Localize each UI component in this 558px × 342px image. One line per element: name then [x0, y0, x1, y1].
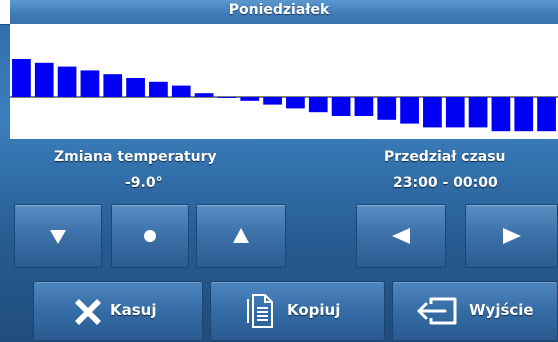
x-icon	[75, 299, 101, 325]
chart-svg	[10, 59, 558, 132]
temperature-profile-chart[interactable]	[10, 55, 558, 139]
chart-bar-05[interactable]	[126, 78, 145, 97]
chart-bar-08[interactable]	[194, 93, 214, 97]
exit-button-label: Wyjście	[469, 301, 534, 319]
time-range-label: Przedział czasu	[384, 149, 506, 165]
chart-bar-15[interactable]	[354, 97, 374, 116]
chart-bar-12[interactable]	[286, 97, 305, 109]
chart-bar-13[interactable]	[308, 97, 328, 113]
increase-temperature-button[interactable]	[196, 204, 286, 268]
dot-icon	[144, 230, 156, 242]
chart-bar-06[interactable]	[149, 81, 168, 97]
next-time-button[interactable]	[465, 204, 558, 268]
chart-bar-14[interactable]	[331, 97, 351, 116]
chart-bar-19[interactable]	[445, 97, 465, 128]
page-title: Poniedziałek	[228, 2, 330, 18]
chart-bar-20[interactable]	[468, 97, 488, 128]
document-icon	[247, 294, 273, 328]
chart-bar-17[interactable]	[400, 97, 419, 124]
temperature-change-label: Zmiana temperatury	[54, 149, 217, 165]
triangle-down-icon	[50, 230, 66, 244]
chart-bar-00[interactable]	[12, 59, 31, 97]
action-bar: Kasuj Kopiuj Wyjście	[0, 279, 558, 342]
triangle-right-icon	[502, 228, 521, 244]
chart-bar-01[interactable]	[34, 62, 54, 97]
delete-button-label: Kasuj	[110, 301, 157, 319]
chart-bar-23[interactable]	[537, 97, 556, 132]
chart-bar-18[interactable]	[423, 97, 442, 128]
chart-bar-21[interactable]	[491, 97, 511, 132]
copy-button-label: Kopiuj	[287, 301, 341, 319]
chart-bar-07[interactable]	[171, 85, 191, 97]
chart-bar-02[interactable]	[57, 66, 77, 97]
delete-button[interactable]: Kasuj	[33, 281, 203, 341]
chart-bar-16[interactable]	[377, 97, 397, 120]
settings-labels: Zmiana temperatury -9.0° Przedział czasu…	[0, 142, 558, 192]
chart-upper-area	[10, 24, 558, 55]
chart-bar-22[interactable]	[514, 97, 534, 132]
time-range-value: 23:00 - 00:00	[393, 175, 498, 191]
chart-bar-03[interactable]	[80, 70, 100, 97]
screen: Poniedziałek Zmiana temperatury -9.0° Pr…	[0, 0, 558, 342]
chart-bar-09[interactable]	[217, 97, 237, 98]
chart-bar-10[interactable]	[240, 97, 260, 101]
copy-button[interactable]: Kopiuj	[210, 281, 385, 341]
triangle-left-icon	[392, 228, 410, 244]
temperature-change-value: -9.0°	[125, 175, 163, 191]
previous-time-button[interactable]	[356, 204, 446, 268]
decrease-temperature-button[interactable]	[14, 204, 102, 268]
chart-bar-11[interactable]	[263, 97, 282, 105]
chart-bar-04[interactable]	[103, 74, 123, 97]
header-bar: Poniedziałek	[0, 0, 558, 25]
reset-temperature-button[interactable]	[111, 204, 189, 268]
exit-button[interactable]: Wyjście	[392, 281, 558, 341]
exit-arrow-icon	[417, 297, 457, 325]
triangle-up-icon	[233, 228, 249, 243]
